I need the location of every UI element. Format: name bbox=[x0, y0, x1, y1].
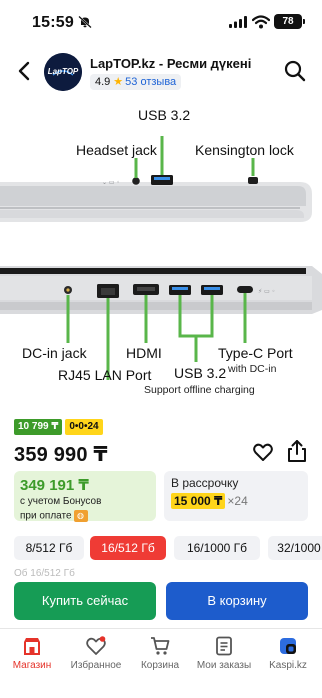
variant-option[interactable]: 8/512 Гб bbox=[14, 536, 84, 560]
variant-option[interactable]: 32/1000 bbox=[268, 536, 322, 560]
bonus-note-line2-row: при оплате ◍ bbox=[20, 510, 150, 523]
nav-label-cart: Корзина bbox=[140, 660, 180, 671]
orders-icon bbox=[216, 636, 232, 656]
store-rating[interactable]: 4.9 ★ 53 отзыва bbox=[90, 74, 182, 90]
cart-icon bbox=[151, 637, 170, 655]
installment-label: В рассрочку bbox=[171, 476, 239, 490]
product-image[interactable]: ⌄ ▭ ◦ ⚡ ▭ ◦ USB 3.2 Headset jack Kensing… bbox=[0, 100, 322, 408]
status-time: 15:59 bbox=[32, 14, 74, 31]
label-type-c-sub: with DC-in bbox=[228, 363, 277, 375]
bonus-coin-icon: ◍ bbox=[73, 510, 88, 522]
label-type-c: Type-C Port bbox=[218, 345, 293, 361]
label-headset-jack: Headset jack bbox=[76, 142, 157, 158]
variant-option[interactable]: 16/1000 Гб bbox=[174, 536, 260, 560]
obscured-spec-text: Об 16/512 Гб bbox=[14, 568, 75, 578]
label-usb-bottom: USB 3.2 bbox=[174, 365, 227, 381]
nav-item-cart[interactable]: Корзина bbox=[128, 635, 192, 675]
store-logo[interactable]: LapTOP bbox=[44, 53, 82, 91]
bonus-note-line1: с учетом Бонусов bbox=[20, 496, 102, 507]
label-hdmi: HDMI bbox=[126, 345, 162, 361]
bell-off-icon bbox=[78, 15, 92, 29]
label-usb-top: USB 3.2 bbox=[138, 107, 191, 123]
add-to-cart-button[interactable]: В корзину bbox=[166, 582, 308, 620]
label-dc-in: DC-in jack bbox=[22, 345, 87, 361]
back-arrow-icon[interactable] bbox=[12, 56, 38, 86]
variant-option-selected[interactable]: 16/512 Гб bbox=[90, 536, 166, 560]
installment-card[interactable]: В рассрочку 15 000 ₸ ×24 bbox=[164, 471, 308, 521]
bonus-note-line2: при оплате bbox=[20, 510, 72, 522]
nav-label-favorites: Избранное bbox=[70, 660, 122, 671]
bonus-price-card[interactable]: 349 191 ₸ с учетом Бонусов при оплате ◍ bbox=[14, 471, 156, 523]
nav-label-kaspi: Kaspi.kz bbox=[269, 660, 307, 671]
store-icon bbox=[24, 638, 40, 655]
nav-item-kaspi[interactable]: Kaspi.kz bbox=[256, 635, 320, 675]
reviews-link[interactable]: 53 отзыва bbox=[125, 76, 176, 88]
nav-label-store: Магазин bbox=[12, 660, 52, 671]
installment-badge: 0•0•24 bbox=[65, 419, 103, 435]
bottom-navigation: Магазин Избранное Корзина Мои заказы Kas… bbox=[0, 628, 322, 698]
bonus-price: 349 191 ₸ bbox=[20, 477, 89, 494]
label-offline-charging: Support offline charging bbox=[144, 384, 255, 396]
nav-item-favorites[interactable]: Избранное bbox=[64, 635, 128, 675]
bonus-badge: 10 799 ₸ bbox=[14, 419, 63, 435]
installment-months: ×24 bbox=[227, 494, 248, 508]
heart-nav-icon bbox=[86, 636, 106, 655]
memory-variants: 8/512 Гб 16/512 Гб 16/1000 Гб 32/1000 bbox=[14, 536, 322, 560]
star-icon: ★ bbox=[113, 76, 124, 88]
nav-label-orders: Мои заказы bbox=[196, 660, 252, 671]
kaspi-icon bbox=[280, 638, 296, 654]
installment-row: 15 000 ₸ ×24 bbox=[171, 493, 301, 509]
store-header: LapTOP LapTOP.kz - Ресми дүкені 4.9 ★ 53 о… bbox=[0, 44, 322, 100]
buy-now-button[interactable]: Купить сейчас bbox=[14, 582, 156, 620]
rating-value: 4.9 bbox=[95, 76, 111, 88]
signal-icon bbox=[229, 16, 247, 28]
laptop-logo-icon: LapTOP bbox=[44, 53, 82, 91]
nav-item-orders[interactable]: Мои заказы bbox=[192, 635, 256, 675]
nav-item-store[interactable]: Магазин bbox=[0, 635, 64, 675]
status-bar: 15:59 78 bbox=[0, 0, 322, 40]
promo-badges: 10 799 ₸ 0•0•24 bbox=[14, 419, 103, 435]
heart-icon[interactable] bbox=[252, 441, 274, 463]
installment-amount: 15 000 ₸ bbox=[171, 493, 226, 509]
wifi-icon bbox=[252, 15, 270, 29]
battery-indicator: 78 bbox=[274, 14, 305, 29]
share-icon[interactable] bbox=[286, 439, 308, 463]
store-name[interactable]: LapTOP.kz - Ресми дүкені bbox=[90, 56, 251, 71]
search-icon[interactable] bbox=[282, 58, 308, 84]
logo-text: LapTOP bbox=[48, 67, 79, 76]
svg-text:⌄ ▭ ◦: ⌄ ▭ ◦ bbox=[102, 179, 120, 186]
product-price: 359 990 ₸ bbox=[14, 444, 108, 466]
label-rj45: RJ45 LAN Port bbox=[58, 367, 152, 383]
svg-text:⚡ ▭ ◦: ⚡ ▭ ◦ bbox=[258, 288, 275, 295]
label-kensington-lock: Kensington lock bbox=[195, 142, 294, 158]
